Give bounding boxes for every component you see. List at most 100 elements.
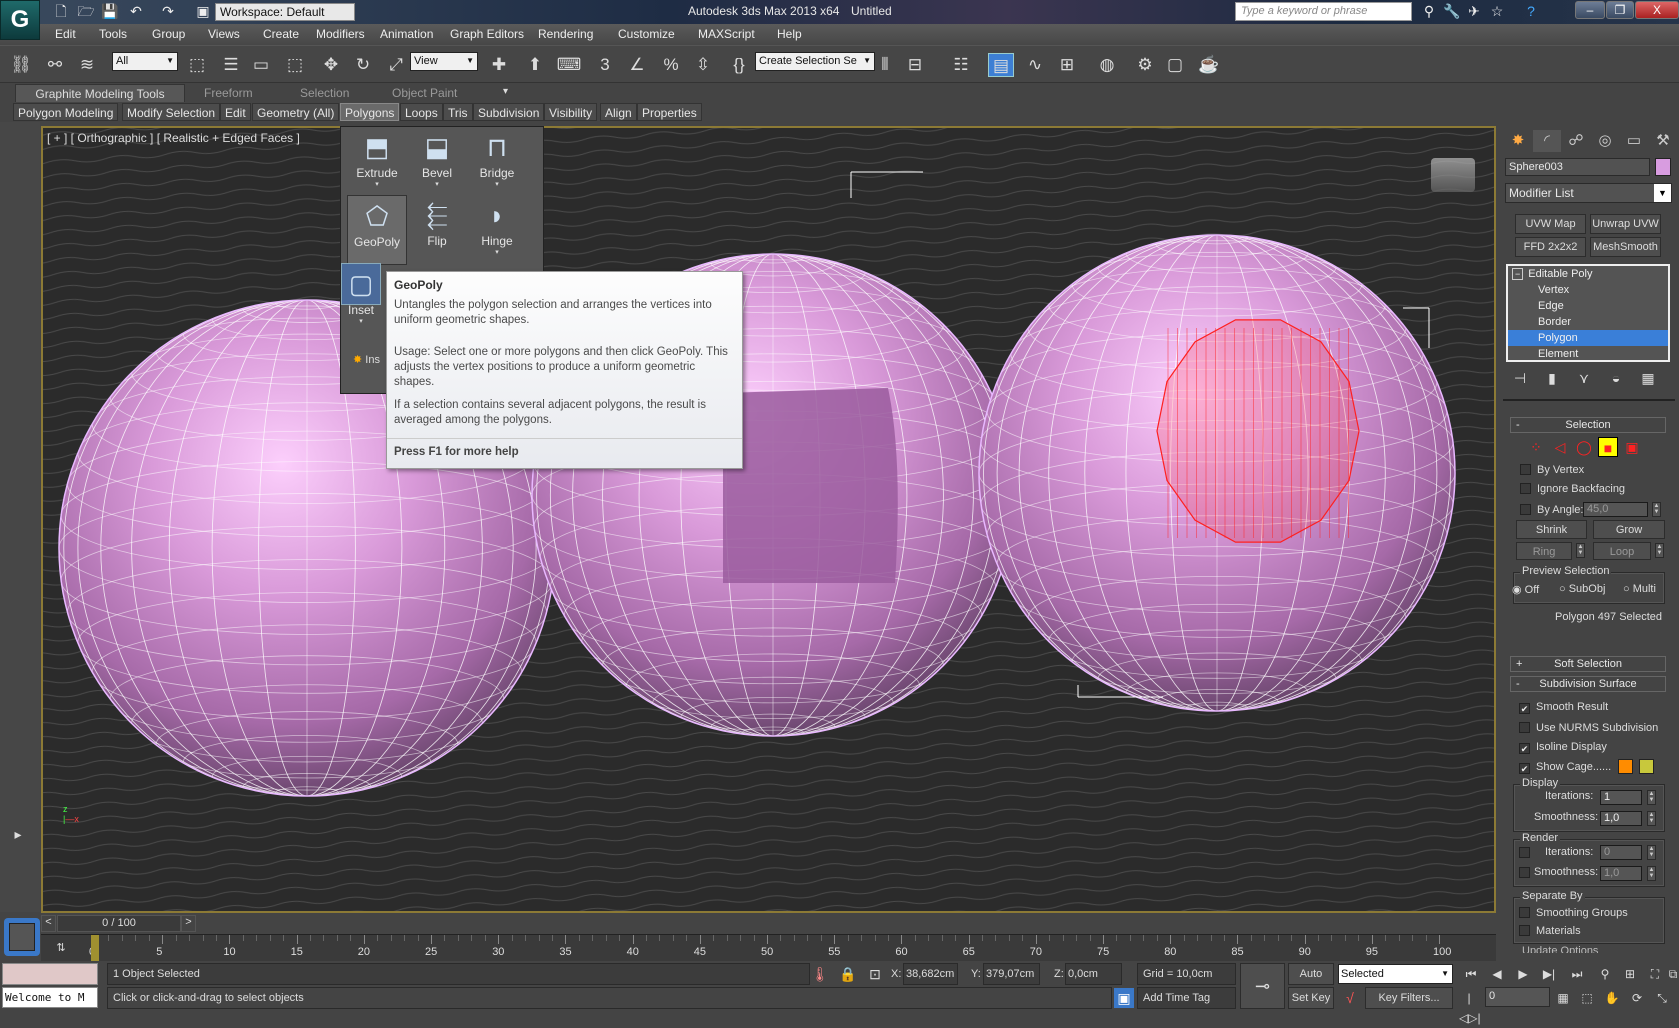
spinner-arrows[interactable]: ▲ ▼ (1652, 502, 1661, 517)
time-slider[interactable]: 0 / 100 (57, 915, 181, 932)
geopoly-button[interactable]: ⬠ GeoPoly (347, 195, 407, 265)
lock-selection-icon[interactable]: 🔒 (838, 964, 858, 984)
ribbon-subtab-properties[interactable]: Properties (637, 103, 702, 121)
time-configuration-icon[interactable]: ▦ (1553, 988, 1573, 1008)
render-setup-icon[interactable]: ⚙ (1132, 53, 1158, 77)
preview-multi-radio[interactable]: ○ Multi (1623, 583, 1656, 595)
redo-icon[interactable]: ↷ (159, 3, 177, 20)
reference-coordinate-dropdown[interactable]: View (410, 52, 478, 71)
vertex-level-icon[interactable]: ⁘ (1526, 437, 1546, 457)
motion-icon[interactable]: ◎ (1591, 130, 1619, 152)
display-smoothness-spinner[interactable]: 1,0 (1600, 811, 1642, 826)
set-key-button[interactable]: Set Key (1288, 987, 1334, 1009)
create-icon[interactable]: ✸ (1504, 130, 1532, 152)
ribbon-subtab-loops[interactable]: Loops (400, 103, 443, 121)
layer-manager-icon[interactable]: ☷ (948, 53, 974, 77)
rotate-icon[interactable]: ↻ (350, 53, 376, 77)
stack-item-border[interactable]: Border (1508, 314, 1668, 330)
extrude-button[interactable]: ⬒ Extrude ▾ (347, 127, 407, 188)
by-vertex-checkbox[interactable]: By Vertex (1520, 463, 1584, 477)
zoom-icon[interactable]: ⚲ (1595, 964, 1615, 984)
new-file-icon[interactable]: 🗋 (52, 3, 70, 20)
ignore-backfacing-checkbox[interactable]: Ignore Backfacing (1520, 482, 1625, 496)
minimize-button[interactable]: – (1575, 1, 1605, 19)
time-slider-marker[interactable] (91, 935, 99, 961)
align-icon[interactable]: ⊟ (902, 53, 928, 77)
key-tangent-icon[interactable]: √ (1340, 988, 1360, 1008)
display-icon[interactable]: ▭ (1620, 130, 1648, 152)
modifier-list-dropdown[interactable]: Modifier List ▼ (1505, 183, 1672, 203)
select-by-name-icon[interactable]: ☰ (218, 53, 244, 77)
display-iterations-spinner[interactable]: 1 (1600, 790, 1642, 805)
menu-rendering[interactable]: Rendering (538, 27, 593, 41)
prev-frame-arrow[interactable]: < (41, 915, 56, 932)
modify-icon[interactable]: ◜ (1533, 130, 1561, 152)
selection-rollout-header[interactable]: - Selection (1510, 417, 1666, 433)
menu-customize[interactable]: Customize (618, 27, 675, 41)
edge-level-icon[interactable]: ◁ (1550, 437, 1570, 457)
ribbon-tab-selection[interactable]: Selection (292, 84, 357, 102)
orbit-icon[interactable]: ⟳ (1627, 988, 1647, 1008)
select-object-icon[interactable]: ⬚ (184, 53, 210, 77)
ribbon-subtab-modify-selection[interactable]: Modify Selection (122, 103, 221, 121)
by-angle-checkbox[interactable]: By Angle: (1520, 503, 1583, 517)
window-crossing-icon[interactable]: ⬚ (282, 53, 308, 77)
pivot-center-icon[interactable]: ✚ (486, 53, 512, 77)
menu-modifiers[interactable]: Modifiers (316, 27, 365, 41)
smooth-result-checkbox[interactable]: ✔ Smooth Result (1519, 700, 1608, 714)
menu-maxscript[interactable]: MAXScript (698, 27, 755, 41)
key-filters-button[interactable]: Key Filters... (1365, 987, 1453, 1009)
show-cage-checkbox[interactable]: ✔ Show Cage...... (1519, 760, 1611, 774)
cage-color-swatch-2[interactable] (1639, 759, 1654, 774)
satellite-icon[interactable]: ✈ (1465, 3, 1483, 20)
viewport-orthographic[interactable]: [ + ] [ Orthographic ] [ Realistic + Edg… (41, 126, 1496, 913)
ribbon-subtab-geometry-all[interactable]: Geometry (All) (252, 103, 340, 121)
search-input[interactable]: Type a keyword or phrase (1235, 2, 1412, 21)
current-frame-field[interactable]: 0 (1485, 987, 1550, 1007)
rendered-frame-icon[interactable]: ▢ (1162, 53, 1188, 77)
grow-button[interactable]: Grow (1593, 520, 1665, 539)
render-iterations-checkbox[interactable] (1519, 846, 1536, 860)
angle-spinner[interactable]: 45,0 (1583, 502, 1648, 517)
auto-key-button[interactable]: Auto Key (1288, 963, 1334, 1000)
select-and-link-icon[interactable]: ⛓ (8, 53, 34, 77)
manipulate-icon[interactable]: ⬆ (522, 53, 548, 77)
menu-create[interactable]: Create (263, 27, 299, 41)
ribbon-tab-freeform[interactable]: Freeform (196, 84, 261, 102)
stack-item-element[interactable]: Element (1508, 346, 1668, 360)
zoom-extents-icon[interactable]: ⛶ (1645, 964, 1665, 984)
restore-button[interactable]: ❐ (1606, 1, 1634, 19)
pin-stack-icon[interactable]: ⊣ (1510, 368, 1530, 388)
viewcube[interactable] (1431, 158, 1475, 192)
go-to-start-icon[interactable]: ⏮ (1461, 964, 1481, 984)
percent-snap-icon[interactable]: % (658, 53, 684, 77)
shrink-button[interactable]: Shrink (1516, 520, 1587, 539)
maxscript-output[interactable] (2, 963, 98, 985)
spinner-arrows[interactable]: ▲ ▼ (1647, 790, 1656, 805)
hierarchy-icon[interactable]: ☍ (1562, 130, 1590, 152)
menu-graph-editors[interactable]: Graph Editors (450, 27, 524, 41)
z-coordinate-field[interactable]: 0,0cm (1065, 963, 1122, 985)
go-to-end-icon[interactable]: ⏭ (1567, 964, 1587, 984)
angle-snap-icon[interactable]: ∠ (624, 53, 650, 77)
schematic-view-icon[interactable]: ⊞ (1054, 53, 1080, 77)
materials-checkbox[interactable]: Materials (1519, 924, 1581, 938)
move-icon[interactable]: ✥ (318, 53, 344, 77)
play-icon[interactable]: ▶ (1513, 964, 1533, 984)
render-iterations-spinner[interactable]: 0 (1600, 845, 1642, 860)
named-selection-dropdown[interactable]: Create Selection Se (755, 52, 875, 71)
menu-tools[interactable]: Tools (99, 27, 127, 41)
bevel-button[interactable]: ⬓ Bevel ▾ (407, 127, 467, 188)
inset-button[interactable]: ▢ Inset ▾ (341, 263, 381, 325)
star-icon[interactable]: ☆ (1488, 3, 1506, 20)
preview-off-radio[interactable]: ◉ Off (1512, 583, 1539, 596)
stack-item-polygon[interactable]: Polygon (1508, 330, 1668, 346)
remove-modifier-icon[interactable]: ◒ (1606, 368, 1626, 388)
rectangular-selection-icon[interactable]: ▭ (248, 53, 274, 77)
bind-space-warp-icon[interactable]: ≋ (74, 53, 100, 77)
isolate-selection-icon[interactable]: 🌡 (810, 964, 830, 984)
ribbon-subtab-polygon-modeling[interactable]: Polygon Modeling (13, 103, 119, 121)
uvw-map-button[interactable]: UVW Map (1515, 214, 1586, 234)
ribbon-subtab-tris[interactable]: Tris (443, 103, 473, 121)
add-time-tag-button[interactable]: Add Time Tag (1137, 987, 1236, 1009)
